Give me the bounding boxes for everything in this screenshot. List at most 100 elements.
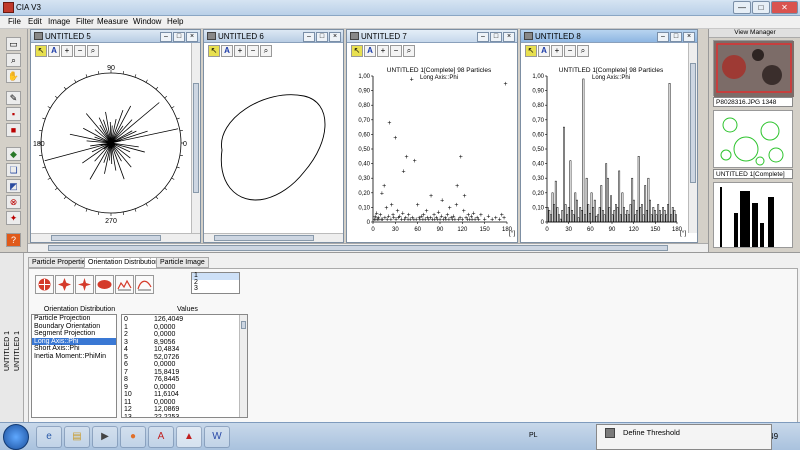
subwindow-untitled-6[interactable]: UNTITLED 6 – □ × ↖ A + − ⌕ [203,29,344,243]
distribution-item-particle-projection[interactable]: Particle Projection [32,315,116,323]
zoom-out-icon[interactable]: − [74,45,86,57]
select-rectangle-icon[interactable]: ▭ [6,37,21,51]
text-tool-icon[interactable]: A [221,45,233,57]
subwindow-close-icon[interactable]: × [503,32,515,42]
polygon-icon[interactable]: ◆ [6,147,21,161]
subwindow-minimize-icon[interactable]: – [303,32,315,42]
firefox-icon[interactable]: ● [120,426,146,448]
value-row[interactable]: 12 12,0869 [122,406,240,414]
subwindow-close-icon[interactable]: × [329,32,341,42]
subwindow-minimize-icon[interactable]: – [477,32,489,42]
rose-plot-icon[interactable] [35,275,54,294]
menu-file[interactable]: File [8,17,21,26]
subwindow-title-bar[interactable]: UNTITLED 7 – □ × [347,30,517,43]
subwindow-title-bar[interactable]: UNTITLED 5 – □ × [31,30,200,43]
subwindow-title-bar[interactable]: UNTITLED 6 – □ × [204,30,343,43]
subwindow-restore-icon[interactable]: □ [670,32,682,42]
value-row[interactable]: 10 11,6104 [122,391,240,399]
menu-help[interactable]: Help [167,17,183,26]
subwindow-restore-icon[interactable]: □ [316,32,328,42]
menu-window[interactable]: Window [133,17,161,26]
zoom-out-icon[interactable]: − [247,45,259,57]
zoom-fit-icon[interactable]: ⌕ [403,45,415,57]
menu-image[interactable]: Image [48,17,70,26]
acrobat-icon[interactable]: A [148,426,174,448]
start-button[interactable] [3,424,29,450]
value-row[interactable]: 6 0,0000 [122,361,240,369]
arrow-tool-icon[interactable]: ↖ [35,45,47,57]
value-row[interactable]: 11 0,0000 [122,399,240,407]
view-thumbnail-threshold[interactable] [713,110,793,168]
define-threshold-window[interactable]: Define Threshold [596,424,772,450]
subwindow-title-bar[interactable]: UNTITLED 8 – □ × [521,30,697,43]
subwindow-close-icon[interactable]: × [683,32,695,42]
horizontal-scrollbar[interactable] [204,233,343,242]
view-label-complete[interactable]: UNTITLED 1[Complete] [713,169,793,179]
subwindow-untitled-8[interactable]: UNTITLED 8 – □ × ↖ A + − ⌕ UNTITLED 1[Complete… [520,29,698,243]
tab-orientation-distributions[interactable]: Orientation Distributions [84,257,167,268]
arrow-tool-icon[interactable]: ↖ [525,45,537,57]
zoom-fit-icon[interactable]: ⌕ [260,45,272,57]
subwindow-untitled-5[interactable]: UNTITLED 5 – □ × ↖ A + − ⌕ 90 180 0 270 [30,29,201,243]
value-row[interactable]: 1 0,0000 [122,324,240,332]
region-icon[interactable]: ◩ [6,179,21,193]
value-row[interactable]: 2 0,0000 [122,331,240,339]
subwindow-restore-icon[interactable]: □ [173,32,185,42]
particle-index-list[interactable]: 1 2 3 [191,272,240,294]
help-icon[interactable]: ? [6,233,21,247]
distribution-item-short-axis-phi[interactable]: Short Axis::Phi [32,345,116,353]
value-row[interactable]: 7 15,8419 [122,369,240,377]
value-row[interactable]: 3 8,9056 [122,339,240,347]
media-icon[interactable]: ▶ [92,426,118,448]
zoom-out-icon[interactable]: − [564,45,576,57]
text-tool-icon[interactable]: A [538,45,550,57]
list-item[interactable]: 3 [192,285,239,293]
zoom-in-icon[interactable]: + [551,45,563,57]
ie-icon[interactable]: e [36,426,62,448]
values-scrollbar[interactable] [239,315,247,417]
arrow-tool-icon[interactable]: ↖ [208,45,220,57]
eraser-icon[interactable]: ⊗ [6,195,21,209]
hand-icon[interactable]: ✋ [6,69,21,83]
zoom-in-icon[interactable]: + [377,45,389,57]
zoom-fit-icon[interactable]: ⌕ [577,45,589,57]
distribution-list[interactable]: Particle Projection Boundary Orientation… [31,314,117,418]
distribution-item-inertia-moment[interactable]: Inertia Moment::PhiMin [32,353,116,361]
minimize-button[interactable]: — [733,1,751,14]
distribution-item-boundary-orientation[interactable]: Boundary Orientation [32,323,116,331]
arrow-tool-icon[interactable]: ↖ [351,45,363,57]
ellipse-plot-icon[interactable] [95,275,114,294]
view-thumbnail-histogram[interactable] [713,182,793,248]
zoom-fit-icon[interactable]: ⌕ [87,45,99,57]
distribution-item-long-axis-phi[interactable]: Long Axis::Phi [32,337,116,345]
menu-filter[interactable]: Filter [76,17,94,26]
value-row[interactable]: 9 0,0000 [122,384,240,392]
text-tool-icon[interactable]: A [48,45,60,57]
brush-icon[interactable]: ▪ [6,107,21,121]
histogram-plot-icon[interactable] [115,275,134,294]
pencil-icon[interactable]: ✎ [6,91,21,105]
view-label-photo[interactable]: P8028316.JPG 1348 [713,97,793,107]
cia-app-icon[interactable]: ▲ [176,426,202,448]
value-row[interactable]: 8 76,8445 [122,376,240,384]
values-list[interactable]: 0 126,4049 1 0,0000 2 0,0000 3 8,9056 4 10,4834 5 5… [121,314,248,418]
subwindow-minimize-icon[interactable]: – [657,32,669,42]
subwindow-restore-icon[interactable]: □ [490,32,502,42]
zoom-in-icon[interactable]: + [61,45,73,57]
close-button[interactable]: ✕ [771,1,798,14]
view-thumbnail-photo[interactable] [713,40,794,97]
zoom-in-icon[interactable]: + [234,45,246,57]
zoom-out-icon[interactable]: − [390,45,402,57]
value-row[interactable]: 4 10,4834 [122,346,240,354]
star-plot-icon[interactable] [55,275,74,294]
value-row[interactable]: 0 126,4049 [122,316,240,324]
explorer-icon[interactable]: ▤ [64,426,90,448]
value-row[interactable]: 13 22,2253 [122,414,240,418]
curve-plot-icon[interactable] [135,275,154,294]
radial-plot-icon[interactable] [75,275,94,294]
vertical-scrollbar[interactable] [688,43,697,233]
menu-measure[interactable]: Measure [97,17,128,26]
horizontal-scrollbar[interactable] [31,233,200,242]
word-icon[interactable]: W [204,426,230,448]
layers-icon[interactable]: ❏ [6,163,21,177]
